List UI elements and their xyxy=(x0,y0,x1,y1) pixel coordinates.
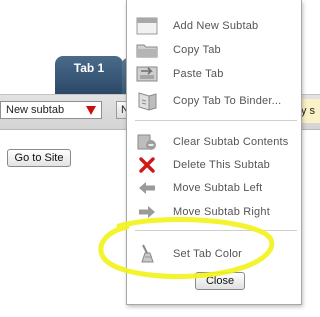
menu-item-add-new-subtab[interactable]: Add New Subtab xyxy=(135,15,301,37)
menu-item-copy-tab-to-binder[interactable]: Copy Tab To Binder... xyxy=(135,90,301,112)
tab-1-label: Tab 1 xyxy=(73,61,105,75)
menu-separator xyxy=(135,120,297,121)
menu-item-move-subtab-right[interactable]: Move Subtab Right xyxy=(135,201,301,223)
menu-item-label: Add New Subtab xyxy=(173,20,259,32)
subtab-select-value: New subtab xyxy=(6,104,65,116)
dropdown-arrow-icon xyxy=(86,106,96,115)
menu-separator xyxy=(135,230,297,231)
menu-item-label: Move Subtab Right xyxy=(173,206,270,218)
red-x-icon xyxy=(135,154,159,176)
menu-item-label: Copy Tab xyxy=(173,44,221,56)
menu-item-label: Clear Subtab Contents xyxy=(173,136,289,148)
tab-options-menu: Add New Subtab Copy Tab Paste Tab Copy T… xyxy=(126,0,302,305)
menu-item-label: Copy Tab To Binder... xyxy=(173,95,282,107)
add-subtab-icon xyxy=(135,15,159,37)
folder-icon xyxy=(135,39,159,61)
menu-item-label: Move Subtab Left xyxy=(173,182,263,194)
menu-item-clear-subtab-contents[interactable]: Clear Subtab Contents xyxy=(135,131,301,153)
menu-item-set-tab-color[interactable]: Set Tab Color xyxy=(135,243,301,265)
menu-item-paste-tab[interactable]: Paste Tab xyxy=(135,63,301,85)
arrow-left-icon xyxy=(135,177,159,199)
menu-item-label: Delete This Subtab xyxy=(173,159,270,171)
menu-item-delete-this-subtab[interactable]: Delete This Subtab xyxy=(135,154,301,176)
tab-1[interactable]: Tab 1 xyxy=(55,56,123,94)
arrow-right-icon xyxy=(135,201,159,223)
clear-icon xyxy=(135,131,159,153)
binder-icon xyxy=(135,90,159,112)
menu-item-move-subtab-left[interactable]: Move Subtab Left xyxy=(135,177,301,199)
toolbar-right-label: y s xyxy=(301,105,316,117)
paintbrush-icon xyxy=(135,243,159,265)
paste-icon xyxy=(135,63,159,85)
go-to-site-button[interactable]: Go to Site xyxy=(7,149,71,167)
menu-item-label: Set Tab Color xyxy=(173,248,243,260)
menu-item-label: Paste Tab xyxy=(173,68,224,80)
subtab-select[interactable]: New subtab xyxy=(0,101,102,119)
close-button[interactable]: Close xyxy=(195,272,245,290)
menu-item-copy-tab[interactable]: Copy Tab xyxy=(135,39,301,61)
